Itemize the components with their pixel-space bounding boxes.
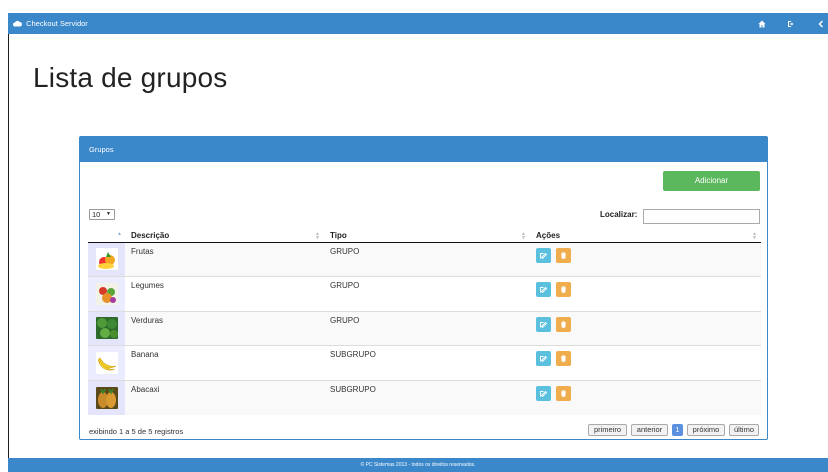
table-info: exibindo 1 a 5 de 5 registros [89,427,184,436]
add-button[interactable]: Adicionar [663,171,760,191]
trash-icon [561,286,567,293]
column-header-image[interactable]: ▲ [88,229,125,243]
page-border [8,34,9,458]
cell-actions [530,241,761,277]
edit-button[interactable] [536,385,551,401]
cell-actions [530,276,761,311]
cell-tipo: GRUPO [324,310,530,346]
sort-asc-icon: ▲ [117,231,122,237]
panel-heading: Grupos [80,137,767,162]
groups-table: ▲ Descrição ▲ ▼ Tipo ▲ ▼ Ações ▲ ▼ Frutas GRUP… [88,229,761,415]
cell-actions [530,345,761,380]
cell-descricao: Abacaxi [125,379,324,415]
chevron-down-icon: ▼ [106,211,111,217]
legumes-image [95,282,118,305]
table-row: Abacaxi SUBGRUPO [88,379,761,415]
cell-descricao: Frutas [125,241,324,277]
sign-out-icon[interactable] [784,13,798,34]
column-header-tipo[interactable]: Tipo ▲ ▼ [324,229,530,243]
trash-icon [561,320,567,328]
edit-icon [540,321,547,328]
cell-tipo: GRUPO [324,241,530,277]
column-header-descricao[interactable]: Descrição ▲ ▼ [125,229,324,243]
footer: © PC Sistemas 2013 - todos os direitos r… [8,458,828,472]
table-row: Banana SUBGRUPO [88,345,761,380]
banana-image [95,351,118,374]
delete-button[interactable] [556,316,572,332]
delete-button[interactable] [556,247,572,263]
page-length-select[interactable]: 10 ▼ [89,209,115,220]
abacaxi-image [95,386,118,409]
pagination-previous[interactable]: anterior [631,424,668,436]
pagination-current-page[interactable]: 1 [672,424,683,436]
table-header-row: ▲ Descrição ▲ ▼ Tipo ▲ ▼ Ações ▲ ▼ [88,229,761,243]
sort-both-icon: ▲ ▼ [315,231,320,241]
edit-button[interactable] [536,282,551,297]
page-title: Lista de grupos [33,62,228,93]
groups-panel: Grupos Adicionar 10 ▼ Localizar: ▲ Descr… [79,136,768,440]
cell-tipo: SUBGRUPO [324,379,530,415]
search-input[interactable] [643,209,760,224]
edit-icon [540,252,547,259]
column-header-acoes[interactable]: Ações ▲ ▼ [530,229,761,243]
pagination-first[interactable]: primeiro [588,424,627,436]
table-row: Verduras GRUPO [88,310,761,346]
page-length-value: 10 [92,210,101,219]
table-row: Legumes GRUPO [88,276,761,311]
cell-descricao: Legumes [125,276,324,311]
brand[interactable]: Checkout Servidor [13,13,88,34]
pagination-last[interactable]: último [729,424,759,436]
search-label: Localizar: [600,210,638,219]
cloud-icon [13,20,23,27]
cell-descricao: Verduras [125,310,324,346]
table-row: Frutas GRUPO [88,241,761,277]
edit-icon [540,390,547,397]
delete-button[interactable] [556,351,572,366]
delete-button[interactable] [556,282,572,297]
edit-button[interactable] [536,351,551,366]
trash-icon [561,251,567,259]
cell-actions [530,310,761,346]
sort-both-icon: ▲ ▼ [752,231,757,241]
pagination-next[interactable]: próximo [687,424,725,436]
back-icon[interactable] [814,13,828,34]
trash-icon [561,389,567,397]
cell-actions [530,379,761,415]
top-navbar: Checkout Servidor [8,13,828,34]
edit-button[interactable] [536,247,551,263]
trash-icon [561,355,567,362]
edit-icon [540,286,547,293]
cell-tipo: GRUPO [324,276,530,311]
cell-tipo: SUBGRUPO [324,345,530,380]
cell-descricao: Banana [125,345,324,380]
frutas-image [95,248,118,271]
delete-button[interactable] [556,385,572,401]
edit-button[interactable] [536,316,551,332]
brand-label: Checkout Servidor [26,19,88,28]
edit-icon [540,355,547,362]
home-icon[interactable] [755,13,769,34]
sort-both-icon: ▲ ▼ [521,231,526,241]
verduras-image [95,317,118,340]
